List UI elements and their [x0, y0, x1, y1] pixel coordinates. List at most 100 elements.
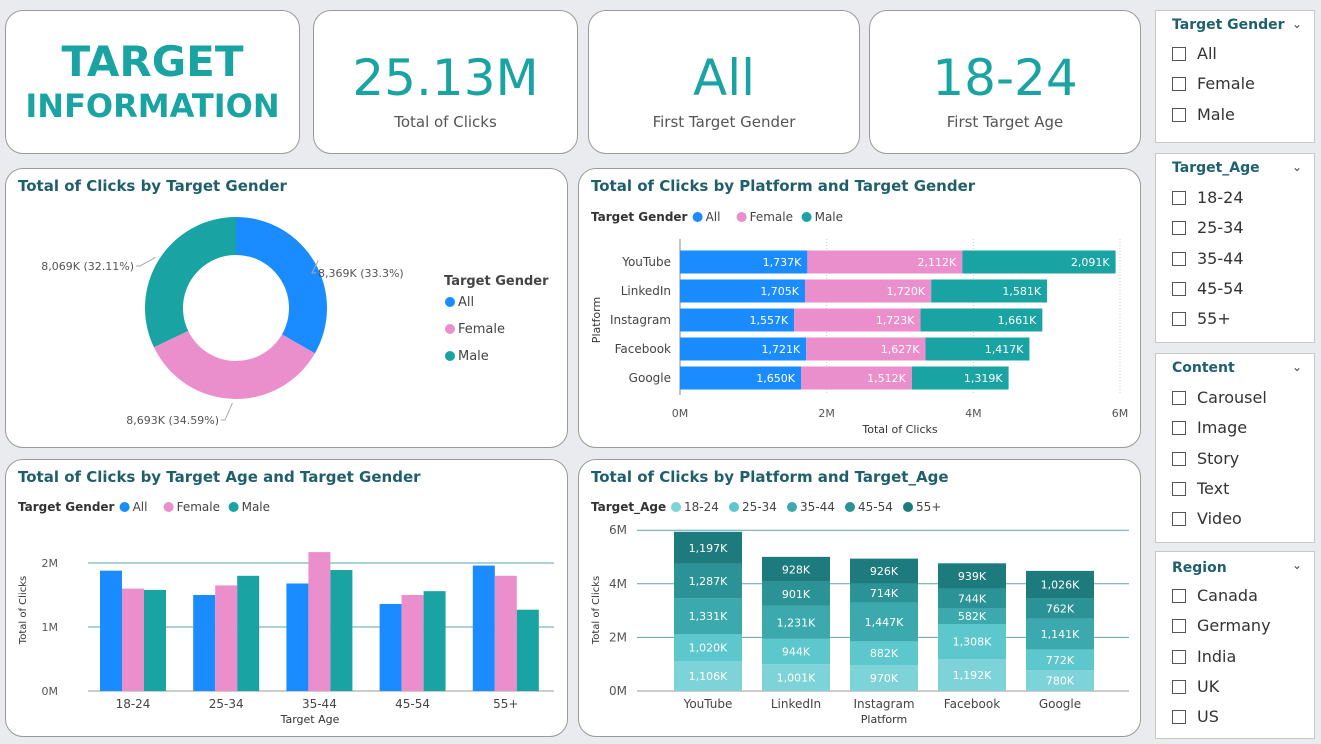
- slicer-option-image[interactable]: Image: [1172, 418, 1247, 437]
- y-tick-label: 2M: [42, 557, 59, 570]
- slicer-option-text[interactable]: Text: [1172, 479, 1229, 498]
- checkbox[interactable]: [1172, 77, 1186, 91]
- slicer-option-female[interactable]: Female: [1172, 74, 1255, 93]
- slicer-option-germany[interactable]: Germany: [1172, 616, 1271, 635]
- checkbox[interactable]: [1172, 191, 1186, 205]
- donut-legend-marker: [445, 324, 455, 334]
- slicer-option-label: Canada: [1197, 586, 1258, 605]
- kpi-first-gender-value: All: [693, 49, 755, 107]
- slicer-target-gender: Target Gender ⌄ All Female Male: [1155, 10, 1315, 143]
- chevron-down-icon[interactable]: ⌄: [1292, 160, 1302, 174]
- slicer-option-carousel[interactable]: Carousel: [1172, 388, 1267, 407]
- slicer-option-label: 25-34: [1197, 218, 1244, 237]
- slicer-option-story[interactable]: Story: [1172, 449, 1239, 468]
- slicer-option-45-54[interactable]: 45-54: [1172, 279, 1244, 298]
- segment-data-label: 1,192K: [953, 669, 992, 682]
- checkbox[interactable]: [1172, 391, 1186, 405]
- x-tick-label: 6M: [1112, 407, 1129, 420]
- dashboard-title-line2: INFORMATION: [25, 87, 280, 125]
- slicer-option-us[interactable]: US: [1172, 707, 1219, 726]
- x-axis-title: Target Age: [280, 713, 340, 726]
- checkbox[interactable]: [1172, 282, 1186, 296]
- x-axis-title: Platform: [861, 713, 907, 726]
- column-male: [330, 570, 353, 691]
- slicer-option-label: Carousel: [1197, 388, 1267, 407]
- checkbox[interactable]: [1172, 512, 1186, 526]
- legend-marker: [692, 212, 703, 222]
- slicer-content-title: Content: [1172, 360, 1235, 376]
- x-tick-label: Facebook: [944, 697, 1000, 711]
- chevron-down-icon[interactable]: ⌄: [1292, 17, 1302, 31]
- legend-title: Target Gender: [591, 210, 688, 224]
- bar-data-label: 1,650K: [756, 372, 795, 385]
- slicer-option-55-plus[interactable]: 55+: [1172, 309, 1231, 328]
- slicer-option-25-34[interactable]: 25-34: [1172, 218, 1244, 237]
- column-female: [122, 588, 144, 691]
- checkbox[interactable]: [1172, 710, 1186, 724]
- checkbox[interactable]: [1172, 252, 1186, 266]
- column-female: [494, 575, 517, 691]
- y-tick-label: 1M: [42, 621, 59, 634]
- y-tick-label: 0M: [609, 684, 627, 698]
- slicer-option-35-44[interactable]: 35-44: [1172, 249, 1244, 268]
- slicer-option-india[interactable]: India: [1172, 647, 1236, 666]
- y-tick-label: 6M: [609, 523, 627, 537]
- slicer-option-uk[interactable]: UK: [1172, 677, 1219, 696]
- segment-data-label: 1,141K: [1041, 628, 1080, 641]
- slicer-option-18-24[interactable]: 18-24: [1172, 188, 1244, 207]
- segment-data-label: 928K: [782, 563, 811, 576]
- legend-marker: [801, 212, 812, 222]
- x-tick-label: 45-54: [395, 697, 430, 711]
- legend-marker: [736, 212, 747, 222]
- y-tick-label: 0M: [42, 685, 59, 698]
- y-tick-label: Instagram: [610, 313, 671, 327]
- chevron-down-icon[interactable]: ⌄: [1292, 558, 1302, 572]
- checkbox[interactable]: [1172, 221, 1186, 235]
- slicer-option-label: 55+: [1197, 309, 1231, 328]
- column-male: [237, 575, 260, 691]
- donut-slice-female: [153, 330, 315, 399]
- x-tick-label: 4M: [965, 407, 982, 420]
- slicer-option-label: UK: [1197, 677, 1220, 696]
- legend-title: Target_Age: [591, 500, 666, 515]
- slicer-option-male[interactable]: Male: [1172, 105, 1235, 124]
- legend-label: 18-24: [684, 500, 719, 514]
- segment-data-label: 1,197K: [689, 542, 728, 555]
- column-all: [100, 570, 122, 691]
- y-tick-label: YouTube: [621, 255, 671, 269]
- checkbox[interactable]: [1172, 47, 1186, 61]
- slicer-option-label: All: [1197, 44, 1217, 63]
- donut-slice-male: [145, 217, 236, 348]
- legend-marker: [163, 502, 174, 512]
- bar-data-label: 2,091K: [1071, 256, 1110, 269]
- checkbox[interactable]: [1172, 650, 1186, 664]
- checkbox[interactable]: [1172, 482, 1186, 496]
- checkbox[interactable]: [1172, 421, 1186, 435]
- donut-data-label: 8,369K (33.3%): [318, 267, 404, 280]
- checkbox[interactable]: [1172, 589, 1186, 603]
- kpi-first-gender-card: All First Target Gender: [588, 10, 860, 154]
- checkbox[interactable]: [1172, 619, 1186, 633]
- dashboard-title-line1: TARGET: [61, 37, 244, 86]
- platform-age-chart: Target_Age 18-24 25-34 35-44 45-54 55+ 0M 2M 4M 6…: [591, 500, 1129, 726]
- chevron-down-icon[interactable]: ⌄: [1292, 360, 1302, 374]
- column-all: [286, 583, 309, 691]
- column-female: [401, 595, 424, 691]
- slicer-option-all[interactable]: All: [1172, 44, 1217, 63]
- x-tick-label: 35-44: [302, 697, 337, 711]
- x-tick-label: Instagram: [853, 697, 914, 711]
- segment-data-label: 1,331K: [689, 610, 728, 623]
- column-male: [423, 591, 446, 691]
- column-all: [193, 595, 216, 691]
- bar-data-label: 1,723K: [876, 314, 915, 327]
- checkbox[interactable]: [1172, 108, 1186, 122]
- bar-data-label: 1,512K: [867, 372, 906, 385]
- x-tick-label: Google: [1039, 697, 1081, 711]
- kpi-first-age-value: 18-24: [932, 49, 1078, 107]
- checkbox[interactable]: [1172, 312, 1186, 326]
- slicer-option-canada[interactable]: Canada: [1172, 586, 1258, 605]
- donut-chart: 8,369K (33.3%) 8,693K (34.59%) 8,069K (32.…: [41, 217, 549, 427]
- checkbox[interactable]: [1172, 452, 1186, 466]
- checkbox[interactable]: [1172, 680, 1186, 694]
- slicer-option-video[interactable]: Video: [1172, 509, 1242, 528]
